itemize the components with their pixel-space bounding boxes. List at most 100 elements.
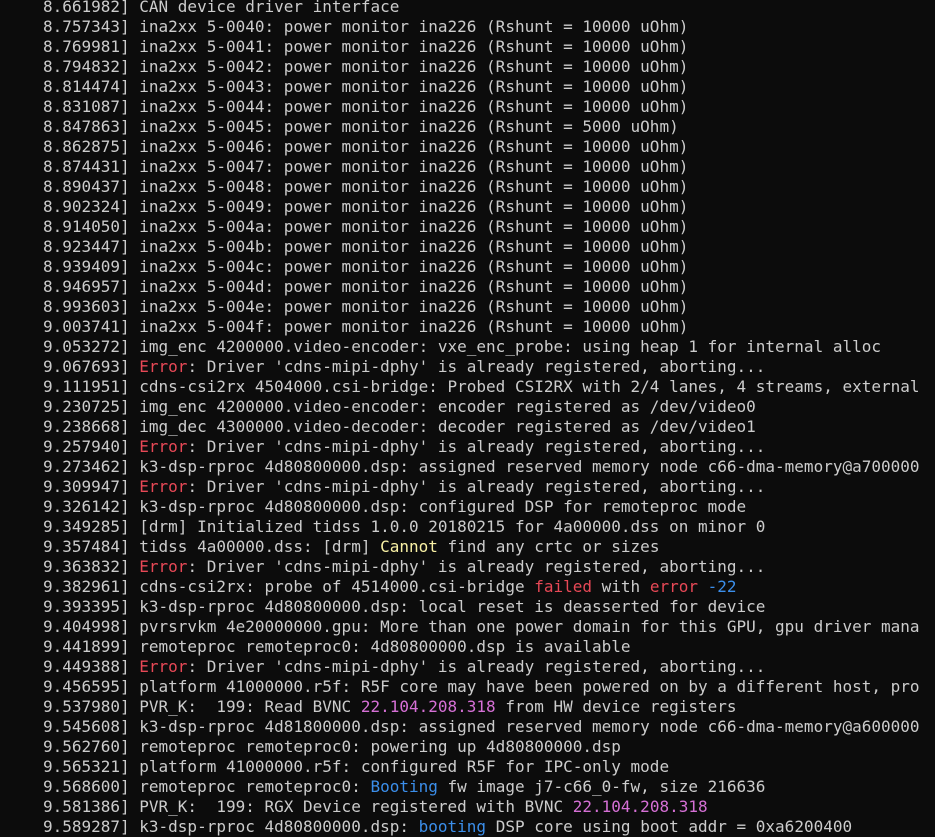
log-timestamp-bracket: ] xyxy=(120,617,140,636)
log-line: 8.993603] ina2xx 5-004e: power monitor i… xyxy=(0,297,935,317)
log-message-text: from HW device registers xyxy=(495,697,737,716)
log-timestamp: 9.545608 xyxy=(42,717,120,736)
log-timestamp: 9.309947 xyxy=(42,477,120,496)
log-line: 9.357484] tidss 4a00000.dss: [drm] Canno… xyxy=(0,537,935,557)
log-timestamp: 9.456595 xyxy=(42,677,120,696)
log-line: 9.537980] PVR_K: 199: Read BVNC 22.104.2… xyxy=(0,697,935,717)
log-timestamp: 8.902324 xyxy=(42,197,120,216)
log-highlight-blue: -22 xyxy=(707,577,737,596)
log-line: 9.404998] pvrsrvkm 4e20000000.gpu: More … xyxy=(0,617,935,637)
log-message-text: ina2xx 5-0041: power monitor ina226 (Rsh… xyxy=(139,37,689,56)
log-timestamp-bracket: ] xyxy=(120,537,140,556)
log-timestamp: 8.923447 xyxy=(42,237,120,256)
log-message-text: find any crtc or sizes xyxy=(437,537,660,556)
log-timestamp-bracket: ] xyxy=(120,797,140,816)
log-timestamp-bracket: ] xyxy=(120,197,140,216)
log-highlight-error: Error xyxy=(139,437,188,456)
log-timestamp: 9.441899 xyxy=(42,637,120,656)
log-line: 9.581386] PVR_K: 199: RGX Device registe… xyxy=(0,797,935,817)
log-timestamp: 9.238668 xyxy=(42,417,120,436)
log-timestamp: 9.357484 xyxy=(42,537,120,556)
log-timestamp: 9.067693 xyxy=(42,357,120,376)
log-message-text: cdns-csi2rx: probe of 4514000.csi-bridge xyxy=(139,577,535,596)
log-message-text: k3-dsp-rproc 4d80800000.dsp: assigned re… xyxy=(139,457,920,476)
log-timestamp: 9.589287 xyxy=(42,817,120,836)
log-message-text: ina2xx 5-0046: power monitor ina226 (Rsh… xyxy=(139,137,689,156)
log-timestamp: 9.565321 xyxy=(42,757,120,776)
log-timestamp-bracket: ] xyxy=(120,577,140,596)
kernel-log-terminal[interactable]: 8.661982] CAN device driver interface 8.7… xyxy=(0,0,935,837)
log-timestamp-bracket: ] xyxy=(120,237,140,256)
log-message-text: ina2xx 5-004e: power monitor ina226 (Rsh… xyxy=(139,297,689,316)
log-line: 9.238668] img_dec 4300000.video-decoder:… xyxy=(0,417,935,437)
log-timestamp-bracket: ] xyxy=(120,557,140,576)
log-message-text: k3-dsp-rproc 4d81800000.dsp: assigned re… xyxy=(139,717,920,736)
log-timestamp-bracket: ] xyxy=(120,637,140,656)
log-line: 9.589287] k3-dsp-rproc 4d80800000.dsp: b… xyxy=(0,817,935,837)
log-message-text: ina2xx 5-0044: power monitor ina226 (Rsh… xyxy=(139,97,689,116)
log-message-text: remoteproc remoteproc0: xyxy=(139,777,371,796)
log-message-text: remoteproc remoteproc0: 4d80800000.dsp i… xyxy=(139,637,631,656)
log-message-text: PVR_K: 199: Read BVNC xyxy=(139,697,361,716)
log-timestamp: 8.814474 xyxy=(42,77,120,96)
log-timestamp-bracket: ] xyxy=(120,177,140,196)
log-line: 8.923447] ina2xx 5-004b: power monitor i… xyxy=(0,237,935,257)
log-timestamp: 9.363832 xyxy=(42,557,120,576)
log-line: 9.067693] Error: Driver 'cdns-mipi-dphy'… xyxy=(0,357,935,377)
log-timestamp: 8.661982 xyxy=(42,0,120,16)
log-highlight-error: Error xyxy=(139,657,188,676)
log-timestamp: 9.349285 xyxy=(42,517,120,536)
log-message-text: pvrsrvkm 4e20000000.gpu: More than one p… xyxy=(139,617,920,636)
log-message-text: CAN device driver interface xyxy=(139,0,400,16)
log-line: 8.769981] ina2xx 5-0041: power monitor i… xyxy=(0,37,935,57)
log-timestamp-bracket: ] xyxy=(120,457,140,476)
log-line: 8.946957] ina2xx 5-004d: power monitor i… xyxy=(0,277,935,297)
log-line: 9.568600] remoteproc remoteproc0: Bootin… xyxy=(0,777,935,797)
log-line: 8.874431] ina2xx 5-0047: power monitor i… xyxy=(0,157,935,177)
log-timestamp: 9.581386 xyxy=(42,797,120,816)
log-timestamp-bracket: ] xyxy=(120,297,140,316)
log-line: 8.914050] ina2xx 5-004a: power monitor i… xyxy=(0,217,935,237)
log-line: 9.111951] cdns-csi2rx 4504000.csi-bridge… xyxy=(0,377,935,397)
log-line: 9.382961] cdns-csi2rx: probe of 4514000.… xyxy=(0,577,935,597)
log-message-text: with xyxy=(592,577,650,596)
log-line: 8.890437] ina2xx 5-0048: power monitor i… xyxy=(0,177,935,197)
log-timestamp: 8.874431 xyxy=(42,157,120,176)
log-highlight-error: Error xyxy=(139,357,188,376)
log-timestamp: 8.769981 xyxy=(42,37,120,56)
log-highlight-magenta: 22.104.208.318 xyxy=(360,697,496,716)
log-message-text: : Driver 'cdns-mipi-dphy' is already reg… xyxy=(187,437,766,456)
log-line: 9.441899] remoteproc remoteproc0: 4d8080… xyxy=(0,637,935,657)
log-message-text: ina2xx 5-0049: power monitor ina226 (Rsh… xyxy=(139,197,689,216)
log-message-text: ina2xx 5-0048: power monitor ina226 (Rsh… xyxy=(139,177,689,196)
log-message-text: platform 41000000.r5f: R5F core may have… xyxy=(139,677,920,696)
log-line: 9.545608] k3-dsp-rproc 4d81800000.dsp: a… xyxy=(0,717,935,737)
log-message-text: ina2xx 5-0043: power monitor ina226 (Rsh… xyxy=(139,77,689,96)
log-timestamp-bracket: ] xyxy=(120,817,140,836)
log-line: 8.939409] ina2xx 5-004c: power monitor i… xyxy=(0,257,935,277)
log-timestamp: 9.111951 xyxy=(42,377,120,396)
log-timestamp: 9.382961 xyxy=(42,577,120,596)
log-timestamp: 8.946957 xyxy=(42,277,120,296)
log-timestamp-bracket: ] xyxy=(120,757,140,776)
log-timestamp-bracket: ] xyxy=(120,277,140,296)
log-highlight-warn: Cannot xyxy=(380,537,438,556)
log-timestamp-bracket: ] xyxy=(120,477,140,496)
log-message-text: platform 41000000.r5f: configured R5F fo… xyxy=(139,757,670,776)
log-timestamp: 8.794832 xyxy=(42,57,120,76)
log-timestamp: 8.914050 xyxy=(42,217,120,236)
log-line: 8.902324] ina2xx 5-0049: power monitor i… xyxy=(0,197,935,217)
log-timestamp: 9.053272 xyxy=(42,337,120,356)
log-line: 8.862875] ina2xx 5-0046: power monitor i… xyxy=(0,137,935,157)
log-timestamp-bracket: ] xyxy=(120,397,140,416)
log-timestamp-bracket: ] xyxy=(120,17,140,36)
log-line: 9.309947] Error: Driver 'cdns-mipi-dphy'… xyxy=(0,477,935,497)
log-message-text: cdns-csi2rx 4504000.csi-bridge: Probed C… xyxy=(139,377,920,396)
log-timestamp: 8.757343 xyxy=(42,17,120,36)
log-line: 8.757343] ina2xx 5-0040: power monitor i… xyxy=(0,17,935,37)
log-message-text: ina2xx 5-0040: power monitor ina226 (Rsh… xyxy=(139,17,689,36)
log-line: 9.562760] remoteproc remoteproc0: poweri… xyxy=(0,737,935,757)
log-message-text: k3-dsp-rproc 4d80800000.dsp: local reset… xyxy=(139,597,766,616)
log-timestamp: 8.890437 xyxy=(42,177,120,196)
log-message-text: PVR_K: 199: RGX Device registered with B… xyxy=(139,797,573,816)
